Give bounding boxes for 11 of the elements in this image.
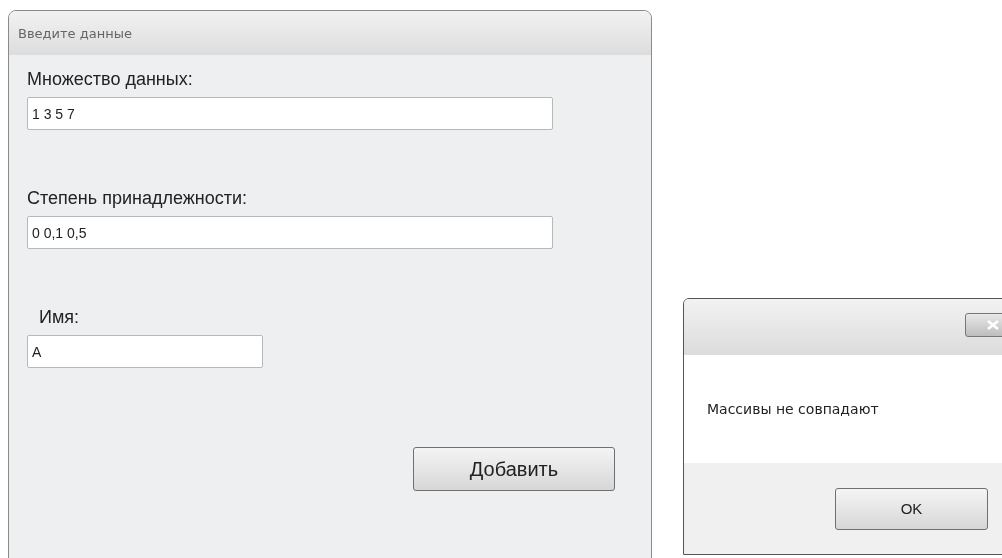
close-icon [986, 320, 999, 330]
field-label: Имя: [38, 307, 81, 328]
text-field[interactable]: 1 3 5 7 [27, 97, 553, 130]
text-field[interactable]: A [27, 335, 263, 368]
field-label: Степень принадлежности: [27, 188, 248, 209]
window-title: Введите данные [18, 25, 132, 41]
add-button[interactable]: Добавить [413, 447, 615, 491]
message-text: Массивы не совпадают [707, 401, 879, 417]
ok-button[interactable]: OK [835, 487, 988, 530]
text-field[interactable]: 0 0,1 0,5 [27, 216, 553, 249]
field-label: Множество данных: [27, 69, 194, 90]
